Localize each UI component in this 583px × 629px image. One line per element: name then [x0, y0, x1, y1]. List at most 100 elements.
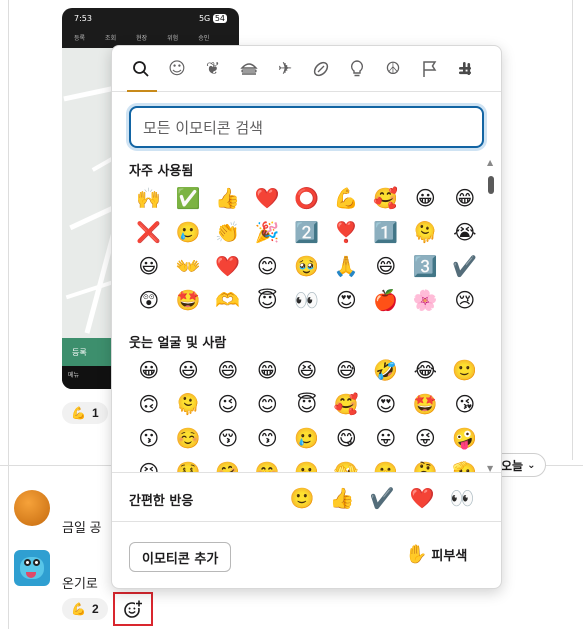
emoji-cell[interactable]: 1️⃣ [366, 216, 406, 248]
emoji-cell[interactable]: ☺️ [169, 422, 209, 454]
emoji-cell[interactable]: 😄 [208, 354, 248, 386]
emoji-cell[interactable]: 🫣 [327, 456, 367, 472]
emoji-cell[interactable]: 🤗 [208, 456, 248, 472]
emoji-cell[interactable]: ❤️ [208, 250, 248, 282]
emoji-cell[interactable]: 🙃 [129, 388, 169, 420]
avatar[interactable] [14, 490, 50, 526]
emoji-cell[interactable]: 😭 [445, 216, 485, 248]
emoji-cell[interactable]: 🤩 [406, 388, 446, 420]
emoji-cell[interactable]: 😚 [208, 422, 248, 454]
quick-emoji[interactable]: 👍 [322, 482, 362, 514]
emoji-cell[interactable]: 🤪 [445, 422, 485, 454]
emoji-cell[interactable]: 🙂 [445, 354, 485, 386]
emoji-cell[interactable]: 😆 [287, 354, 327, 386]
emoji-cell[interactable]: 2️⃣ [287, 216, 327, 248]
smiley-icon[interactable]: ☺ [163, 54, 191, 84]
emoji-cell[interactable]: 😲 [129, 284, 169, 316]
skin-tone-button[interactable]: ✋ 피부색 [405, 544, 467, 565]
emoji-row: 😃 👐 ❤️ 😊 🥹 🙏 😄 3️⃣ ✔️ [129, 250, 485, 282]
emoji-cell[interactable]: 🫢 [287, 456, 327, 472]
emoji-cell[interactable]: 🌸 [406, 284, 446, 316]
emoji-search-input[interactable]: 모든 이모티콘 검색 [129, 106, 484, 148]
emoji-cell[interactable]: 🫶 [208, 284, 248, 316]
scroll-up-arrow-icon[interactable]: ▲ [487, 158, 493, 167]
burger-icon[interactable] [235, 54, 263, 84]
quick-emoji[interactable]: 🙂 [282, 482, 322, 514]
emoji-cell[interactable]: ❤️ [248, 182, 288, 214]
emoji-cell[interactable]: 🥲 [287, 422, 327, 454]
emoji-cell[interactable]: 🤫 [366, 456, 406, 472]
flag-icon[interactable] [415, 54, 443, 84]
emoji-cell[interactable]: 😅 [327, 354, 367, 386]
emoji-cell[interactable]: 👐 [169, 250, 209, 282]
quick-emoji[interactable]: 👀 [442, 482, 482, 514]
avatar[interactable] [14, 550, 50, 586]
emoji-cell[interactable]: 🤩 [169, 284, 209, 316]
emoji-cell[interactable]: 😄 [366, 250, 406, 282]
emoji-cell[interactable]: 😇 [287, 388, 327, 420]
emoji-cell[interactable]: 😢 [445, 284, 485, 316]
emoji-cell[interactable]: 3️⃣ [406, 250, 446, 282]
emoji-cell[interactable]: 🥹 [287, 250, 327, 282]
emoji-cell[interactable]: ✅ [169, 182, 209, 214]
emoji-scrollbar[interactable]: ▲ ▼ [487, 158, 495, 476]
emoji-cell[interactable]: 👀 [287, 284, 327, 316]
add-emoji-button[interactable]: 이모티콘 추가 [129, 542, 232, 572]
emoji-cell[interactable]: 🥰 [327, 388, 367, 420]
reaction-pill[interactable]: 💪 2 [62, 598, 108, 620]
emoji-cell[interactable]: 🤑 [169, 456, 209, 472]
emoji-cell[interactable]: 😃 [129, 250, 169, 282]
emoji-cell[interactable]: 🤭 [248, 456, 288, 472]
emoji-cell[interactable]: 😁 [248, 354, 288, 386]
emoji-cell[interactable]: 😙 [248, 422, 288, 454]
emoji-cell[interactable]: ❣️ [327, 216, 367, 248]
peace-icon[interactable]: ☮ [379, 54, 407, 84]
emoji-cell[interactable]: 🫡 [445, 456, 485, 472]
emoji-cell[interactable]: 😍 [327, 284, 367, 316]
emoji-cell[interactable]: 😛 [366, 422, 406, 454]
emoji-cell[interactable]: 😀 [406, 182, 446, 214]
emoji-cell[interactable]: 🙏 [327, 250, 367, 282]
emoji-cell[interactable]: ⭕ [287, 182, 327, 214]
emoji-cell[interactable]: 👏 [208, 216, 248, 248]
emoji-cell[interactable]: 😊 [248, 388, 288, 420]
lightbulb-icon[interactable] [343, 54, 371, 84]
emoji-cell[interactable]: 😂 [406, 354, 446, 386]
emoji-cell[interactable]: 😍 [366, 388, 406, 420]
emoji-cell[interactable]: 🥰 [366, 182, 406, 214]
emoji-cell[interactable]: 👍 [208, 182, 248, 214]
emoji-cell[interactable]: 🫠 [406, 216, 446, 248]
emoji-cell[interactable]: 😝 [129, 456, 169, 472]
emoji-cell[interactable]: 🙌 [129, 182, 169, 214]
reaction-pill[interactable]: 💪 1 [62, 402, 108, 424]
emoji-cell[interactable]: 😋 [327, 422, 367, 454]
emoji-cell[interactable]: 🎉 [248, 216, 288, 248]
search-icon[interactable] [127, 54, 155, 84]
emoji-cell[interactable]: 🫠 [169, 388, 209, 420]
emoji-cell[interactable]: 🥲 [169, 216, 209, 248]
quick-emoji[interactable]: ❤️ [402, 482, 442, 514]
slack-logo-icon[interactable] [451, 54, 479, 84]
emoji-cell[interactable]: 😁 [445, 182, 485, 214]
emoji-cell[interactable]: 😗 [129, 422, 169, 454]
emoji-cell[interactable]: 🤔 [406, 456, 446, 472]
emoji-cell[interactable]: 😊 [248, 250, 288, 282]
scrollbar-thumb[interactable] [488, 176, 494, 194]
emoji-cell[interactable]: 😜 [406, 422, 446, 454]
plane-icon[interactable]: ✈ [271, 54, 299, 84]
add-reaction-button[interactable] [113, 592, 153, 626]
emoji-cell[interactable]: 😘 [445, 388, 485, 420]
ball-icon[interactable] [307, 54, 335, 84]
emoji-cell[interactable]: ❌ [129, 216, 169, 248]
emoji-cell[interactable]: 🍎 [366, 284, 406, 316]
emoji-cell[interactable]: 🤣 [366, 354, 406, 386]
emoji-cell[interactable]: 😀 [129, 354, 169, 386]
emoji-cell[interactable]: ✔️ [445, 250, 485, 282]
quick-emoji[interactable]: ✔️ [362, 482, 402, 514]
emoji-cell[interactable]: 😃 [169, 354, 209, 386]
quick-reactions-label: 간편한 반응 [129, 494, 194, 509]
emoji-cell[interactable]: 😇 [248, 284, 288, 316]
emoji-cell[interactable]: 💪 [327, 182, 367, 214]
leaf-icon[interactable]: ❦ [199, 54, 227, 84]
emoji-cell[interactable]: 😉 [208, 388, 248, 420]
